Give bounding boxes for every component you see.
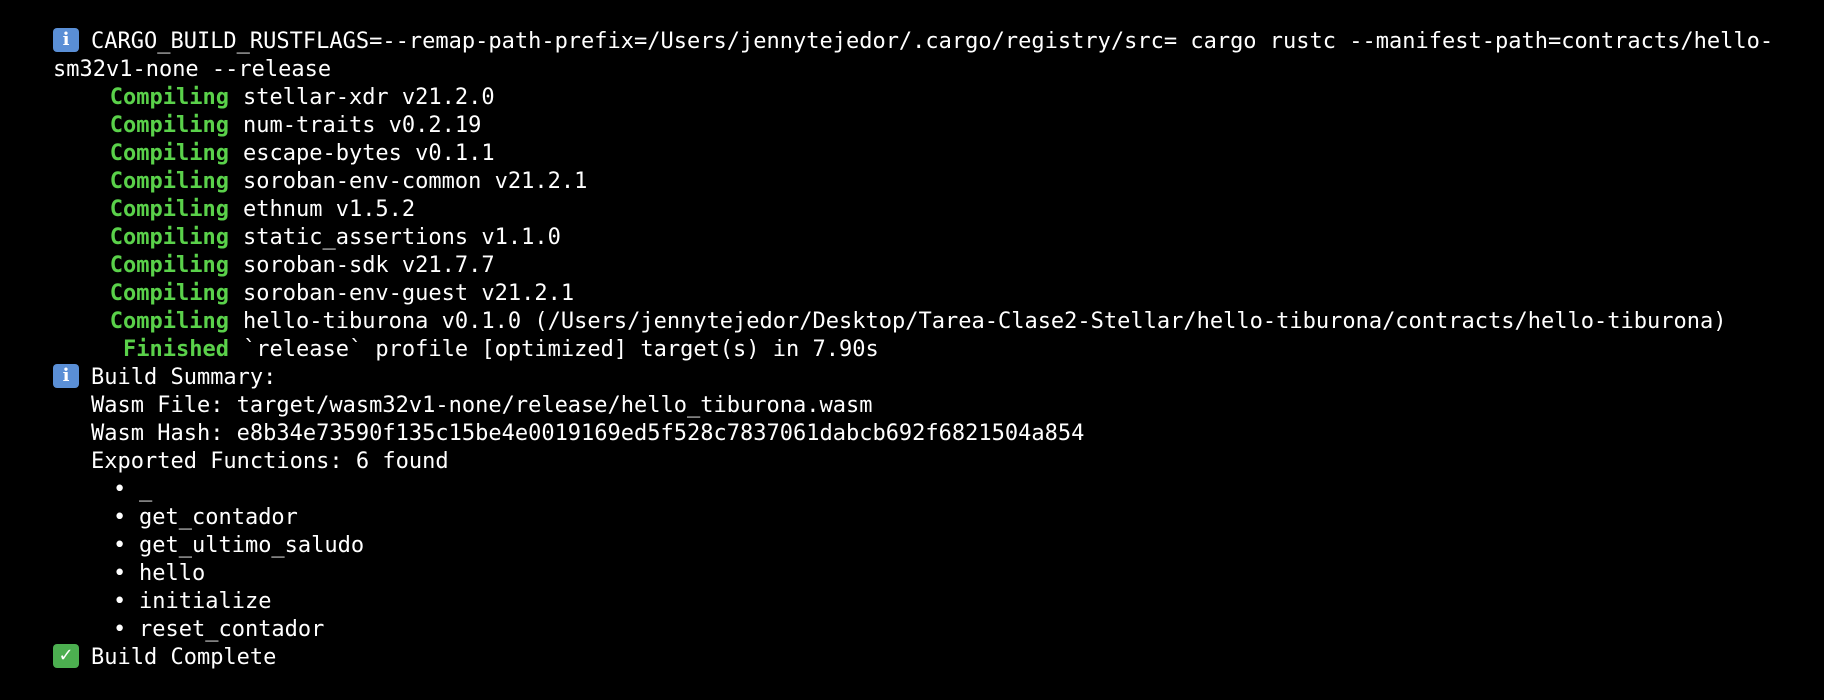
command-text-1: CARGO_BUILD_RUSTFLAGS=--remap-path-prefi… [90,29,1774,54]
check-icon: ✓ [52,644,79,668]
function-list-item: • initialize [0,560,271,614]
compile-line: Compiling escape-bytes v0.1.1 [0,112,495,166]
compile-line: Compiling soroban-env-guest v21.2.1 [0,252,574,306]
compile-line: Compiling soroban-sdk v21.7.7 [0,224,495,278]
wasm-file-line: Wasm File: target/wasm32v1-none/release/… [0,364,872,418]
build-complete-text: Build Complete [90,645,277,670]
wasm-hash-line: Wasm Hash: e8b34e73590f135c15be4e0019169… [0,392,1084,446]
compile-line: Compiling stellar-xdr v21.2.0 [0,56,495,110]
terminal-window[interactable]: i CARGO_BUILD_RUSTFLAGS=--remap-path-pref… [0,0,1824,670]
compile-line: Compiling hello-tiburona v0.1.0 (/Users/j… [0,280,1727,334]
finished-line: Finished `release` profile [optimized] ta… [0,308,879,362]
exported-functions-line: Exported Functions: 6 found [0,420,449,474]
function-list-item: • _ [0,448,152,502]
command-line: i CARGO_BUILD_RUSTFLAGS=--remap-path-pref… [0,0,1773,54]
function-list-item: • get_contador [0,476,298,530]
function-list-item: • hello [0,532,205,586]
build-complete-line: ✓ Build Complete [0,616,276,670]
compile-line: Compiling ethnum v1.5.2 [0,168,415,222]
function-list-item: • get_ultimo_saludo [0,504,364,558]
finished-text: `release` profile [optimized] target(s) … [242,337,879,362]
compile-line: Compiling num-traits v0.2.19 [0,84,482,138]
command-line-wrap: sm32v1-none --release [0,28,331,82]
function-list-item: • reset_contador [0,588,324,642]
build-summary-header: i Build Summary: [0,336,276,390]
compile-line: Compiling soroban-env-common v21.2.1 [0,140,588,194]
compile-line: Compiling static_assertions v1.1.0 [0,196,561,250]
